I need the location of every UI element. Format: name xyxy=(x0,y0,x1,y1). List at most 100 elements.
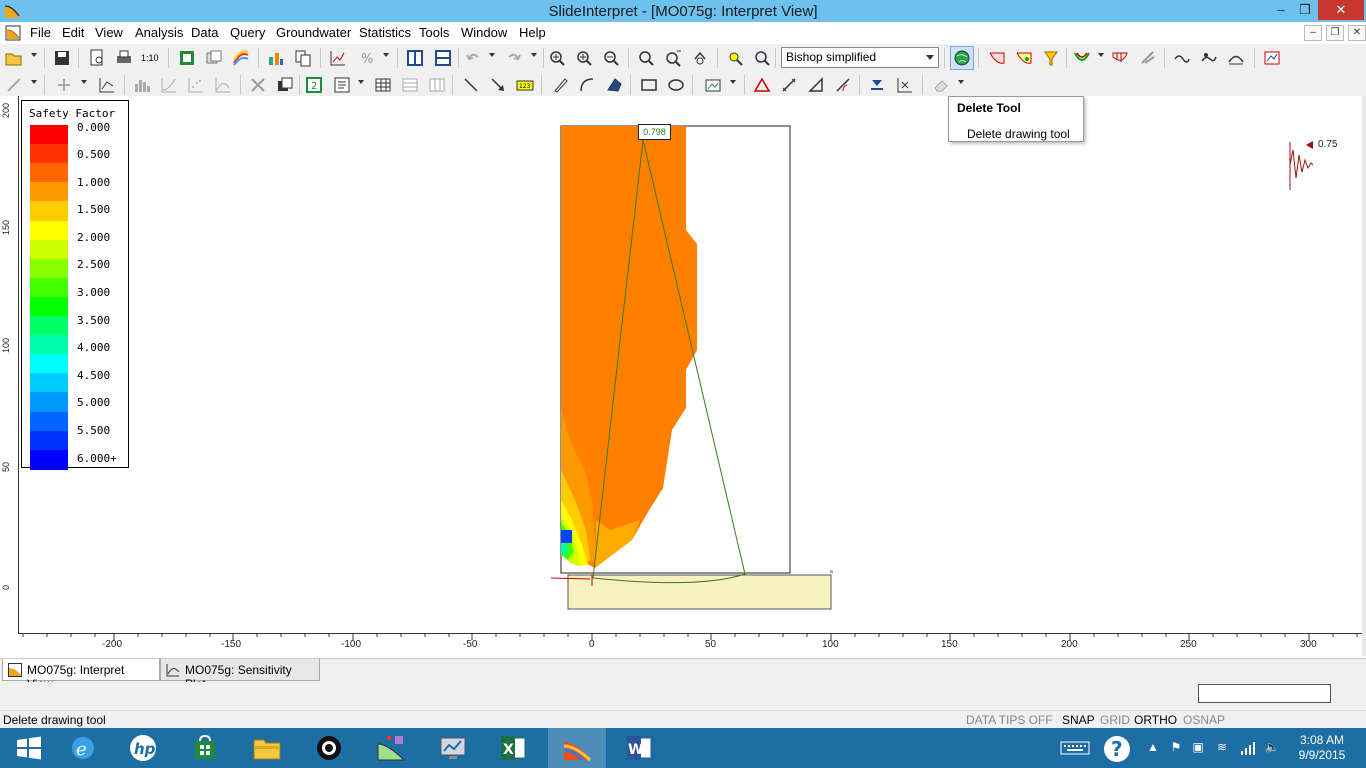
menu-statistics[interactable]: Statistics xyxy=(359,25,411,40)
print-icon[interactable] xyxy=(115,49,133,67)
menu-edit[interactable]: Edit xyxy=(62,25,84,40)
table-grid-icon[interactable] xyxy=(428,76,446,94)
draw-arrow-icon[interactable] xyxy=(489,76,507,94)
data-tips-toggle[interactable]: DATA TIPS OFF xyxy=(966,713,1053,727)
water-table-icon[interactable] xyxy=(868,76,886,94)
close-button[interactable]: ✕ xyxy=(1318,0,1364,20)
scatter-icon[interactable] xyxy=(187,76,205,94)
grid-toggle[interactable]: GRID xyxy=(1100,713,1130,727)
draw-arc-icon[interactable] xyxy=(578,76,596,94)
forces-icon[interactable] xyxy=(1139,49,1157,67)
menu-query[interactable]: Query xyxy=(230,25,265,40)
wifi-icon[interactable]: ≋ xyxy=(1214,740,1230,756)
move-icon[interactable] xyxy=(55,76,73,94)
globe-tool-button[interactable] xyxy=(950,46,974,70)
pan-icon[interactable] xyxy=(691,49,709,67)
minimum-surface-icon[interactable] xyxy=(1015,49,1033,67)
snap-toggle[interactable]: SNAP xyxy=(1062,713,1095,727)
highlight-icon[interactable] xyxy=(726,49,744,67)
mdi-close-button[interactable]: ✕ xyxy=(1348,25,1366,41)
slide-model-taskbar-button[interactable] xyxy=(362,728,420,768)
menu-file[interactable]: File xyxy=(30,25,51,40)
draw-rectangle-icon[interactable] xyxy=(640,76,658,94)
tab-sensitivity-plot[interactable]: MO075g: Sensitivity Plot xyxy=(160,659,320,691)
draw-line-icon[interactable] xyxy=(462,76,480,94)
insert-image-icon[interactable] xyxy=(704,76,722,94)
measure-gradient-icon[interactable] xyxy=(834,76,852,94)
dimension-icon[interactable]: 123 xyxy=(516,76,534,94)
restore-button[interactable]: ❐ xyxy=(1292,0,1318,20)
volume-icon[interactable]: 🔈 xyxy=(1264,740,1280,756)
ortho-toggle[interactable]: ORTHO xyxy=(1134,713,1177,727)
pencil-icon[interactable] xyxy=(551,76,569,94)
table-disabled-icon[interactable] xyxy=(401,76,419,94)
flag-icon[interactable]: ⚑ xyxy=(1168,740,1184,756)
table-icon[interactable] xyxy=(374,76,392,94)
zoom-window-icon[interactable] xyxy=(637,49,655,67)
critical-fs-label[interactable]: 0.798 xyxy=(638,124,671,140)
percent-dropdown-arrow[interactable] xyxy=(383,53,389,57)
measure-slope-icon[interactable] xyxy=(807,76,825,94)
command-input[interactable] xyxy=(1198,684,1331,703)
slide-interpret-taskbar-button[interactable] xyxy=(548,728,606,768)
safety-factor-legend[interactable]: Safety Factor 0.000 0.500 1.000 1.500 2.… xyxy=(21,100,129,470)
menu-groundwater[interactable]: Groundwater xyxy=(276,25,351,40)
save-icon[interactable] xyxy=(53,49,71,67)
file-explorer-taskbar-button[interactable] xyxy=(238,728,296,768)
taskbar-clock[interactable]: 3:08 AM 9/9/2015 xyxy=(1290,733,1354,763)
slip-surface-icon[interactable] xyxy=(988,49,1006,67)
document-icon[interactable] xyxy=(5,25,21,41)
draw-ellipse-icon[interactable] xyxy=(667,76,685,94)
eraser-dropdown-arrow[interactable] xyxy=(958,80,964,84)
menu-window[interactable]: Window xyxy=(461,25,507,40)
word-taskbar-button[interactable]: W xyxy=(610,728,668,768)
menu-view[interactable]: View xyxy=(95,25,123,40)
cumulative-icon[interactable] xyxy=(160,76,178,94)
text-box-icon[interactable] xyxy=(333,76,351,94)
minimize-button[interactable]: – xyxy=(1268,0,1294,20)
tab-interpret-view[interactable]: MO075g: Interpret View xyxy=(2,659,160,691)
menu-data[interactable]: Data xyxy=(191,25,218,40)
monitor-taskbar-button[interactable] xyxy=(424,728,482,768)
keyboard-icon[interactable] xyxy=(1060,740,1090,756)
zoom-all-icon[interactable] xyxy=(664,49,682,67)
zoom-in-icon[interactable] xyxy=(575,49,593,67)
zoom-out-icon[interactable] xyxy=(602,49,620,67)
measure-distance-icon[interactable] xyxy=(780,76,798,94)
graph-icon[interactable] xyxy=(1227,49,1245,67)
text-box-dropdown-arrow[interactable] xyxy=(358,80,364,84)
menu-help[interactable]: Help xyxy=(519,25,546,40)
osnap-toggle[interactable]: OSNAP xyxy=(1183,713,1225,727)
split-horizontal-icon[interactable] xyxy=(434,49,452,67)
vertical-scrollbar[interactable] xyxy=(1362,96,1366,656)
snap-icon[interactable] xyxy=(896,76,914,94)
redo-icon[interactable] xyxy=(505,49,523,67)
delete-all-icon[interactable] xyxy=(249,76,267,94)
surfaces-dropdown-arrow[interactable] xyxy=(1098,53,1104,57)
contour-colors-icon[interactable] xyxy=(232,49,250,67)
show-hidden-icons-icon[interactable]: ▲ xyxy=(1145,740,1161,756)
start-button[interactable] xyxy=(0,728,58,768)
open-folder-icon[interactable] xyxy=(5,49,23,67)
hp-taskbar-button[interactable]: hp xyxy=(114,728,172,768)
copy-icon[interactable] xyxy=(294,49,312,67)
mdi-restore-button[interactable]: ❐ xyxy=(1326,25,1344,41)
store-taskbar-button[interactable] xyxy=(176,728,234,768)
legend-icon[interactable]: 2 xyxy=(305,76,323,94)
split-vertical-icon[interactable] xyxy=(406,49,424,67)
query-graph-icon[interactable] xyxy=(329,49,347,67)
magnify-icon[interactable] xyxy=(753,49,771,67)
menu-tools[interactable]: Tools xyxy=(419,25,449,40)
percent-icon[interactable]: % xyxy=(358,49,376,67)
display-icon[interactable]: ▣ xyxy=(1190,740,1206,756)
scale-button[interactable]: 1:10 xyxy=(141,49,163,67)
analysis-method-select[interactable]: Bishop simplified xyxy=(781,47,939,68)
line-tool-icon[interactable] xyxy=(5,76,23,94)
move-dropdown-arrow[interactable] xyxy=(81,80,87,84)
joint-icon[interactable] xyxy=(1173,49,1191,67)
media-taskbar-button[interactable] xyxy=(300,728,358,768)
sensitivity-icon[interactable] xyxy=(214,76,232,94)
undo-icon[interactable] xyxy=(464,49,482,67)
report-icon[interactable] xyxy=(1263,49,1281,67)
help-icon[interactable]: ? xyxy=(1102,734,1132,764)
